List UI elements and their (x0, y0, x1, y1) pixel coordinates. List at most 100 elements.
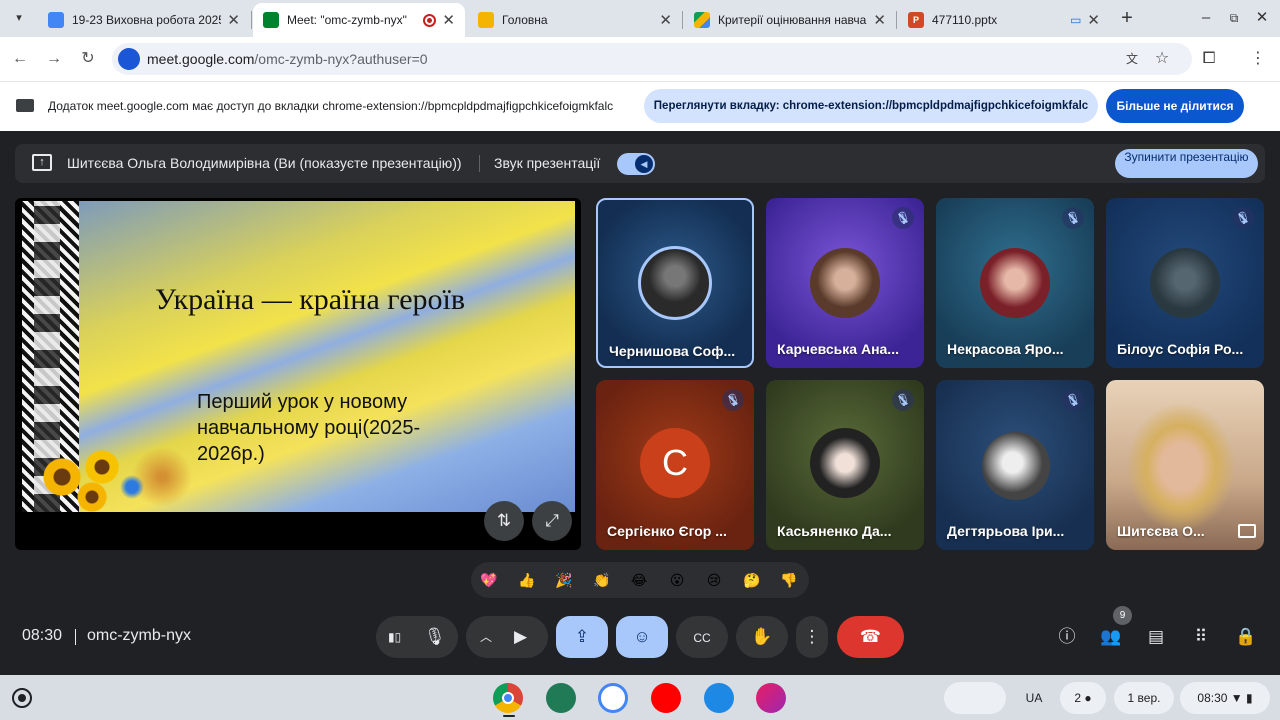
url-text[interactable]: meet.google.com/omc-zymb-nyx?authuser=0 (147, 51, 428, 67)
participant-tile[interactable]: 🎙 Дегтярьова Іри... (936, 380, 1094, 550)
tab-kryterii[interactable]: Критерії оцінювання навча ✕ (684, 3, 896, 37)
calendar-app-icon[interactable] (598, 683, 628, 713)
tab-share-infobar: Додаток meet.google.com має доступ до вк… (0, 81, 1280, 131)
present-icon: ↑ (32, 154, 52, 171)
meet-site-icon[interactable] (118, 48, 140, 70)
close-icon[interactable]: ✕ (873, 11, 886, 29)
chrome-app-icon[interactable] (493, 683, 523, 713)
captions-button[interactable]: CC (676, 616, 728, 658)
holding-space-tray[interactable] (944, 682, 1006, 714)
presentation-sound-toggle[interactable]: ◀ (617, 153, 655, 175)
active-app-indicator (503, 715, 515, 717)
reaction-heart[interactable]: 💖 (477, 568, 501, 592)
divider (479, 155, 480, 172)
stop-sharing-button[interactable]: Більше не ділитися (1106, 89, 1244, 123)
close-icon[interactable]: ✕ (659, 11, 672, 29)
notification-count: 2 (1074, 691, 1082, 705)
participant-tile[interactable]: 🎙 Карчевська Ана... (766, 198, 924, 368)
participant-tile-self[interactable]: Шитєєва О... (1106, 380, 1264, 550)
meeting-code: omc-zymb-nyx (87, 627, 192, 644)
pin-button[interactable]: ⇅ (484, 501, 524, 541)
reaction-thumbs-down[interactable]: 👎 (777, 568, 801, 592)
apps-icon: ⠿ (1194, 627, 1208, 646)
reaction-sad[interactable]: 😢 (702, 568, 726, 592)
videocam-icon[interactable]: ▶ (514, 616, 527, 658)
leave-call-button[interactable]: ☎ (837, 616, 904, 658)
chat-button[interactable]: ▤ (1144, 625, 1168, 649)
new-tab-button[interactable]: + (1115, 6, 1139, 30)
participant-name: Шитєєва О... (1117, 523, 1205, 539)
status-tray[interactable]: 08:30 ▼ ▮ (1180, 682, 1270, 714)
reaction-thinking[interactable]: 🤔 (740, 568, 764, 592)
docs-icon (48, 12, 64, 28)
mic-off-icon: 🎙 (892, 389, 914, 411)
close-window-button[interactable]: ✕ (1250, 6, 1274, 30)
avatar (638, 246, 712, 320)
canvas-app-icon[interactable] (756, 683, 786, 713)
participants-count-badge: 9 (1113, 606, 1132, 625)
participant-tile[interactable]: Чернишова Соф... (596, 198, 754, 368)
back-button[interactable]: ← (8, 47, 32, 71)
view-tab-button[interactable]: Переглянути вкладку: chrome-extension://… (644, 89, 1098, 123)
reaction-surprised[interactable]: 😮 (665, 568, 689, 592)
participant-name: Некрасова Яро... (947, 341, 1064, 357)
pip-icon[interactable] (1238, 524, 1256, 538)
audio-options-icon[interactable]: ▮▯ (388, 616, 401, 658)
launcher-button[interactable] (12, 688, 32, 708)
present-now-button[interactable]: ⇪ (556, 616, 608, 658)
screen-share-icon (16, 99, 34, 112)
arrow-right-icon: → (46, 50, 62, 67)
more-vert-icon[interactable]: ⋮ (1246, 47, 1270, 71)
date-tray[interactable]: 1 вер. (1114, 682, 1174, 714)
extensions-icon[interactable]: ⧠ (1197, 47, 1221, 71)
mic-icon[interactable]: 🎙 (424, 616, 446, 658)
notification-tray[interactable]: 2 ● (1060, 682, 1106, 714)
tab-meet[interactable]: Meet: "omc-zymb-nyx" ✕ (253, 3, 465, 37)
activities-button[interactable]: ⠿ (1189, 625, 1213, 649)
address-bar[interactable]: meet.google.com/omc-zymb-nyx?authuser=0 … (112, 43, 1192, 75)
host-controls-button[interactable]: 🔒 (1234, 625, 1258, 649)
forward-button[interactable]: → (42, 47, 66, 71)
participant-name: Касьяненко Да... (777, 523, 892, 539)
reload-button[interactable]: ↻ (76, 47, 100, 71)
screen: ▾ 19-23 Виховна робота 2025 ✕ Meet: "omc… (0, 0, 1280, 720)
star-icon[interactable]: ☆ (1150, 47, 1174, 71)
stop-presenting-button[interactable]: Зупинити презентацію (1115, 149, 1258, 178)
participant-tile[interactable]: 🎙 С Сергієнко Єгор ... (596, 380, 754, 550)
files-app-icon[interactable] (704, 683, 734, 713)
minimize-button[interactable]: – (1194, 6, 1218, 30)
reaction-clap[interactable]: 👏 (590, 568, 614, 592)
tab-pptx[interactable]: P 477110.pptx ▭ ✕ (898, 3, 1110, 37)
tab-vykhovna-robota[interactable]: 19-23 Виховна робота 2025 ✕ (38, 3, 250, 37)
tab-holovna[interactable]: Головна ✕ (468, 3, 682, 37)
chevron-up-icon[interactable]: ︿ (480, 616, 492, 658)
close-icon[interactable]: ✕ (442, 11, 455, 29)
share-info-text: Додаток meet.google.com має доступ до вк… (48, 99, 614, 113)
people-button[interactable]: 👥 (1099, 625, 1123, 649)
youtube-app-icon[interactable] (651, 683, 681, 713)
battery-icon: ▮ (1246, 691, 1253, 705)
reload-icon: ↻ (81, 50, 95, 67)
raise-hand-button[interactable]: ✋ (736, 616, 788, 658)
participant-tile[interactable]: 🎙 Касьяненко Да... (766, 380, 924, 550)
swap-vert-icon: ⇅ (496, 511, 512, 530)
translate-icon[interactable]: 文 (1120, 47, 1144, 71)
reaction-laugh[interactable]: 😂 (627, 568, 651, 592)
classroom-app-icon[interactable] (546, 683, 576, 713)
close-icon[interactable]: ✕ (1087, 11, 1100, 29)
hand-icon: ✋ (751, 627, 773, 646)
participant-tile[interactable]: 🎙 Некрасова Яро... (936, 198, 1094, 368)
more-options-button[interactable]: ⋮ (796, 616, 828, 658)
slide-subtitle: Перший урок у новому навчальному році(20… (197, 391, 421, 465)
avatar (980, 248, 1050, 318)
fullscreen-button[interactable]: ⤢ (532, 501, 572, 541)
reaction-thumbs-up[interactable]: 👍 (515, 568, 539, 592)
emoji-reactions-button[interactable]: ☺ (616, 616, 668, 658)
ime-language[interactable]: UA (1018, 682, 1050, 714)
maximize-button[interactable]: ⧉ (1222, 6, 1246, 30)
meeting-details-button[interactable]: ⓘ (1055, 625, 1079, 649)
reaction-party[interactable]: 🎉 (552, 568, 576, 592)
tab-search-button[interactable]: ▾ (8, 8, 30, 28)
close-icon[interactable]: ✕ (227, 11, 240, 29)
participant-tile[interactable]: 🎙 Білоус Софія Ро... (1106, 198, 1264, 368)
